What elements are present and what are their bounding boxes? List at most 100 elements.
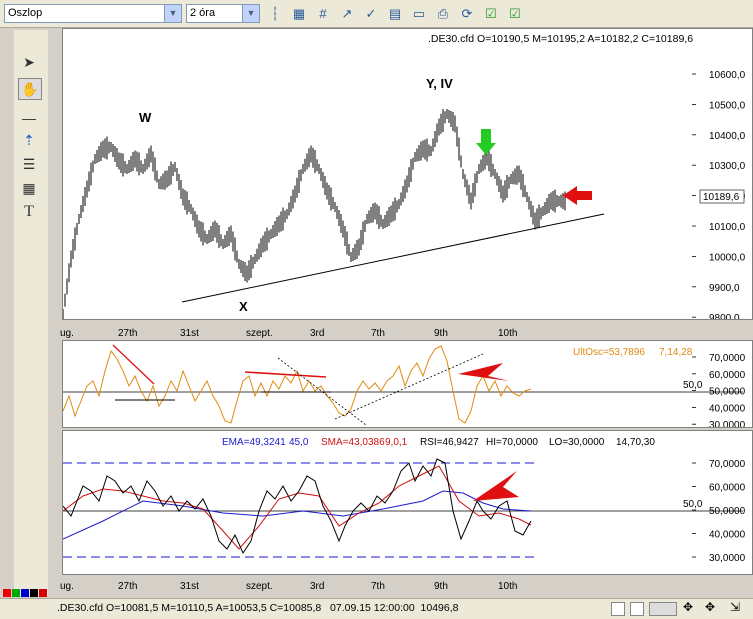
- x-axis-label: 7th: [371, 328, 385, 339]
- zoom-out-icon[interactable]: [611, 602, 625, 616]
- price-panel[interactable]: .DE30.cfd O=10190,5 M=10195,2 A=10182,2 …: [62, 28, 753, 320]
- y-tick-label: 50,0000: [709, 506, 746, 517]
- y-tick-label: 50,0000: [709, 387, 746, 398]
- color-swatch-darkred[interactable]: [39, 589, 47, 597]
- text-tool-icon[interactable]: T: [18, 202, 40, 222]
- hand-icon[interactable]: ✋: [18, 78, 42, 100]
- x-axis-label: 31st: [180, 581, 199, 592]
- ult-dotted-line-2: [334, 353, 484, 420]
- ema-params: 45,0: [289, 437, 309, 448]
- support-trendline: [181, 213, 605, 303]
- x-axis-label: 10th: [498, 581, 518, 592]
- chart-type-select[interactable]: Oszlop ▼: [4, 4, 182, 23]
- toolbar: Oszlop ▼ 2 óra ▼ ┆ ▦ # ↗ ✓ ▤ ▭ ⎙ ⟳ ☑ ☑: [0, 0, 753, 28]
- x-axis-bottom: ug. 27th 31st szept. 3rd 7th 9th 10th: [60, 581, 753, 595]
- chart-type-value: Oszlop: [8, 7, 43, 19]
- refresh-icon[interactable]: ⟳: [458, 5, 476, 22]
- y-tick-label: 30,0000: [709, 553, 746, 564]
- status-text: .DE30.cfd O=10081,5 M=10110,5 A=10053,5 …: [57, 602, 459, 614]
- y-tick-label: 70,0000: [709, 353, 746, 364]
- fit-icon[interactable]: ⇲: [730, 600, 740, 614]
- y-tick-label: 70,0000: [709, 459, 746, 470]
- rsi-params: 14,70,30: [616, 437, 655, 448]
- price-info-text: .DE30.cfd O=10190,5 M=10195,2 A=10182,2 …: [428, 33, 693, 45]
- y-tick-label: 40,0000: [709, 403, 746, 414]
- sma-info: SMA=43,0386: [321, 437, 385, 448]
- rsi-info: RSI=46,9427: [420, 437, 479, 448]
- x-axis-label: szept.: [246, 328, 273, 339]
- y-tick-label: 10300,0: [709, 161, 746, 172]
- line-tool-icon[interactable]: —: [18, 108, 40, 128]
- x-axis-label: 9th: [434, 581, 448, 592]
- y-tick-label: 10000,0: [709, 252, 746, 263]
- bar-chart-icon[interactable]: ┆: [266, 5, 284, 22]
- y-tick-label: 60,0000: [709, 370, 746, 381]
- x-axis-label: 10th: [498, 328, 518, 339]
- new-chart-icon[interactable]: ✓: [362, 5, 380, 22]
- chevron-down-icon[interactable]: ▼: [164, 5, 181, 22]
- current-price-label: 10189,6: [703, 192, 740, 203]
- zoom-slider[interactable]: [649, 602, 677, 616]
- fib-icon[interactable]: ☰: [18, 154, 40, 174]
- document-icon[interactable]: ▭: [410, 5, 428, 22]
- green-arrow-icon: [476, 129, 496, 155]
- resize-icon[interactable]: ✥: [705, 600, 715, 614]
- color-swatch-red[interactable]: [3, 589, 11, 597]
- ema-line: [63, 490, 532, 540]
- color-swatch-blue[interactable]: [21, 589, 29, 597]
- properties-icon[interactable]: ▤: [386, 5, 404, 22]
- wave-label-y-iv: Y, IV: [426, 76, 453, 91]
- ult-info-params: 7,14,28: [659, 347, 693, 358]
- price-chart: .DE30.cfd O=10190,5 M=10195,2 A=10182,2 …: [63, 33, 746, 319]
- y-tick-label: 10500,0: [709, 100, 746, 111]
- chevron-down-icon[interactable]: ▼: [242, 5, 259, 22]
- y-tick-label: 10600,0: [709, 70, 746, 81]
- rsi-panel[interactable]: EMA=49,3241 45,0 SMA=43,0386 9,0,1 RSI=4…: [62, 430, 753, 575]
- rsi-red-arrow-icon: [473, 471, 519, 501]
- ult-chart: UltOsc=53,7896 7,14,28 50,0 70,0000 60,00…: [63, 344, 746, 427]
- wave-label-x: X: [239, 299, 248, 314]
- grid-icon[interactable]: ▦: [290, 5, 308, 22]
- line-chart-icon[interactable]: #: [314, 5, 332, 22]
- rsi-y-axis: 70,0000 60,0000 50,0000 40,0000 30,0000: [692, 459, 746, 564]
- sma-params: 9,0,1: [385, 437, 408, 448]
- x-axis-label: 27th: [118, 581, 138, 592]
- timeframe-select[interactable]: 2 óra ▼: [186, 4, 260, 23]
- rsi-chart: EMA=49,3241 45,0 SMA=43,0386 9,0,1 RSI=4…: [63, 437, 746, 564]
- status-bar: .DE30.cfd O=10081,5 M=10110,5 A=10053,5 …: [0, 598, 753, 619]
- grid-tool-icon[interactable]: ▦: [18, 178, 40, 198]
- x-axis-label: ug.: [60, 581, 74, 592]
- zoom-in-icon[interactable]: [630, 602, 644, 616]
- x-axis-label: 3rd: [310, 328, 325, 339]
- x-axis-label: 3rd: [310, 581, 325, 592]
- rsi-lo: LO=30,0000: [549, 437, 605, 448]
- info-icon[interactable]: ☑: [506, 5, 524, 22]
- red-arrow-icon: [563, 186, 592, 205]
- ultimate-oscillator-panel[interactable]: UltOsc=53,7896 7,14,28 50,0 70,0000 60,00…: [62, 340, 753, 428]
- arrow-tool-icon[interactable]: ⇡: [18, 130, 40, 150]
- y-tick-label: 9900,0: [709, 283, 740, 294]
- checkbox-icon[interactable]: ☑: [482, 5, 500, 22]
- wave-label-w: W: [139, 110, 152, 125]
- x-axis-label: 27th: [118, 328, 138, 339]
- x-axis-label: 7th: [371, 581, 385, 592]
- print-icon[interactable]: ⎙: [434, 5, 452, 22]
- rsi-level-label: 50,0: [683, 499, 703, 510]
- x-axis-label: 31st: [180, 328, 199, 339]
- y-tick-label: 60,0000: [709, 483, 746, 494]
- y-tick-label: 40,0000: [709, 530, 746, 541]
- y-tick-label: 30,0000: [709, 420, 746, 427]
- candle-chart-icon[interactable]: ↗: [338, 5, 356, 22]
- timeframe-value: 2 óra: [190, 7, 216, 19]
- color-swatch-black[interactable]: [30, 589, 38, 597]
- ult-info-name: UltOsc=53,7896: [573, 347, 645, 358]
- cursor-icon[interactable]: ➤: [18, 52, 40, 72]
- x-axis-label: ug.: [60, 328, 74, 339]
- y-tick-label: 10400,0: [709, 131, 746, 142]
- color-swatch-green[interactable]: [12, 589, 20, 597]
- x-axis-label: 9th: [434, 328, 448, 339]
- ema-info: EMA=49,3241: [222, 437, 286, 448]
- move-icon[interactable]: ✥: [683, 600, 693, 614]
- y-tick-label: 9800,0: [709, 313, 740, 319]
- x-axis-label: szept.: [246, 581, 273, 592]
